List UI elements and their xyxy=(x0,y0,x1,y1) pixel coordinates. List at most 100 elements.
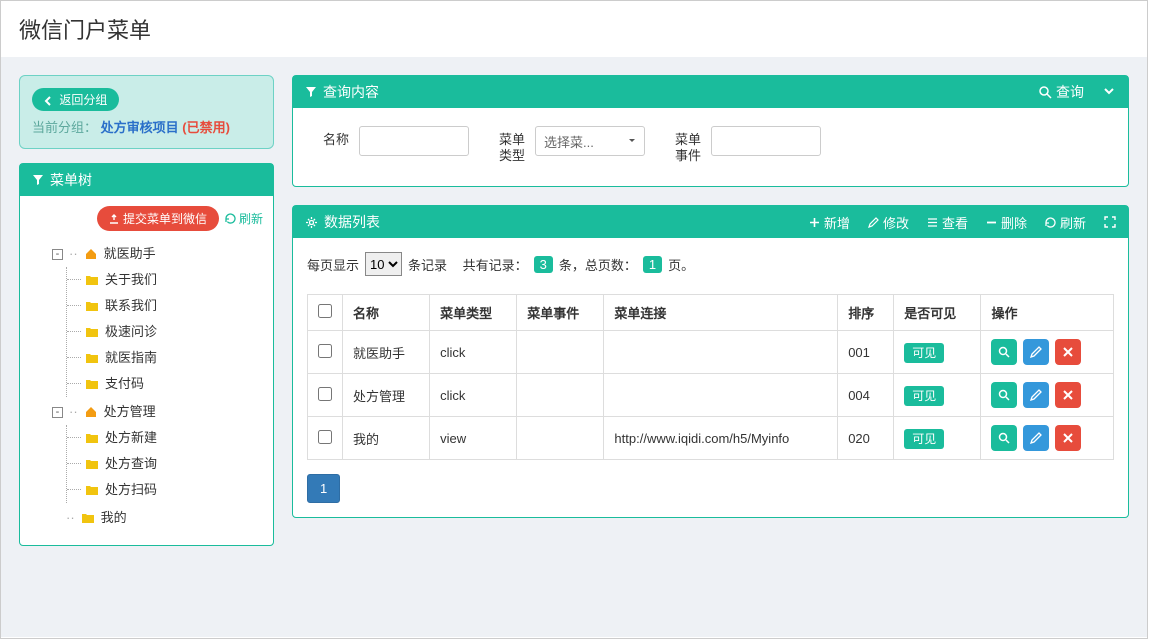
submit-label: 提交菜单到微信 xyxy=(123,210,207,227)
view-button[interactable]: 查看 xyxy=(927,213,968,232)
refresh-icon xyxy=(225,213,236,224)
search-panel-title: 查询内容 xyxy=(323,82,379,102)
tree-leaf-label: 处方查询 xyxy=(105,453,157,475)
collapse-toggle[interactable] xyxy=(1102,84,1116,101)
home-icon xyxy=(84,406,98,418)
tree-leaf-label: 处方扫码 xyxy=(105,479,157,501)
tree-leaf[interactable]: 就医指南 xyxy=(85,347,261,369)
query-label: 查询 xyxy=(1056,82,1084,102)
cell-type: click xyxy=(430,374,517,417)
row-edit-button[interactable] xyxy=(1023,339,1049,365)
tree-leaf[interactable]: 处方扫码 xyxy=(85,479,261,501)
current-group-name: 处方审核项目 xyxy=(101,120,179,135)
row-delete-button[interactable] xyxy=(1055,425,1081,451)
tree-node-label: 处方管理 xyxy=(104,401,156,423)
group-disabled-flag: (已禁用) xyxy=(182,120,230,135)
table-row: 我的viewhttp://www.iqidi.com/h5/Myinfo020可… xyxy=(308,417,1114,460)
tree-refresh-button[interactable]: 刷新 xyxy=(225,206,263,231)
name-label: 名称 xyxy=(323,126,349,148)
page-count: 1 xyxy=(643,256,662,273)
page-1[interactable]: 1 xyxy=(307,474,340,503)
tree-leaf-label: 我的 xyxy=(101,507,127,529)
column-header: 名称 xyxy=(343,295,430,331)
per-page-prefix: 每页显示 xyxy=(307,255,359,274)
pencil-icon xyxy=(1030,389,1042,401)
delete-button[interactable]: 删除 xyxy=(986,213,1027,232)
close-icon xyxy=(1062,389,1074,401)
search-icon xyxy=(998,389,1010,401)
per-page-select[interactable]: 10 xyxy=(365,252,402,276)
tree-leaf[interactable]: 关于我们 xyxy=(85,269,261,291)
upload-icon xyxy=(109,214,119,224)
fullscreen-button[interactable] xyxy=(1104,216,1116,228)
group-info-box: 返回分组 当前分组： 处方审核项目 (已禁用) xyxy=(19,75,274,149)
tree-leaf-label: 极速问诊 xyxy=(105,321,157,343)
tree-leaf[interactable]: 极速问诊 xyxy=(85,321,261,343)
data-table: 名称菜单类型菜单事件菜单连接排序是否可见操作 就医助手click001可见处方管… xyxy=(307,294,1114,460)
row-view-button[interactable] xyxy=(991,425,1017,451)
folder-icon xyxy=(85,352,99,364)
folder-icon xyxy=(85,484,99,496)
folder-icon xyxy=(81,512,95,524)
type-placeholder: 选择菜... xyxy=(544,132,594,151)
minus-icon xyxy=(986,217,997,228)
close-icon xyxy=(1062,346,1074,358)
cell-name: 就医助手 xyxy=(343,331,430,374)
tree-leaf[interactable]: ··我的 xyxy=(52,507,261,529)
row-delete-button[interactable] xyxy=(1055,382,1081,408)
tree-node[interactable]: -··处方管理 xyxy=(52,401,261,423)
tree-leaf-label: 关于我们 xyxy=(105,269,157,291)
add-button[interactable]: 新增 xyxy=(809,213,850,232)
folder-icon xyxy=(85,274,99,286)
row-checkbox[interactable] xyxy=(318,387,332,401)
plus-icon xyxy=(809,217,820,228)
data-panel-title: 数据列表 xyxy=(324,212,380,232)
row-view-button[interactable] xyxy=(991,339,1017,365)
cell-type: click xyxy=(430,331,517,374)
gear-icon xyxy=(305,216,318,229)
query-button[interactable]: 查询 xyxy=(1039,82,1084,102)
cell-sort: 004 xyxy=(838,374,894,417)
tree-leaf[interactable]: 处方查询 xyxy=(85,453,261,475)
collapse-icon[interactable]: - xyxy=(52,249,63,260)
submit-menu-button[interactable]: 提交菜单到微信 xyxy=(97,206,219,231)
select-all-checkbox[interactable] xyxy=(318,304,332,318)
tree-leaf[interactable]: 支付码 xyxy=(85,373,261,395)
tree-leaf-label: 联系我们 xyxy=(105,295,157,317)
search-icon xyxy=(998,432,1010,444)
row-delete-button[interactable] xyxy=(1055,339,1081,365)
row-checkbox[interactable] xyxy=(318,430,332,444)
cell-event xyxy=(517,331,604,374)
tree-leaf-label: 处方新建 xyxy=(105,427,157,449)
chevron-down-icon xyxy=(1102,84,1116,98)
column-header: 是否可见 xyxy=(894,295,981,331)
row-edit-button[interactable] xyxy=(1023,425,1049,451)
table-row: 就医助手click001可见 xyxy=(308,331,1114,374)
pencil-icon xyxy=(1030,432,1042,444)
list-icon xyxy=(927,217,938,228)
per-page-suffix: 条记录 xyxy=(408,255,447,274)
refresh-icon xyxy=(1045,217,1056,228)
table-row: 处方管理click004可见 xyxy=(308,374,1114,417)
cell-name: 处方管理 xyxy=(343,374,430,417)
name-input[interactable] xyxy=(359,126,469,156)
cell-name: 我的 xyxy=(343,417,430,460)
collapse-icon[interactable]: - xyxy=(52,407,63,418)
tree-leaf[interactable]: 处方新建 xyxy=(85,427,261,449)
type-select[interactable]: 选择菜... xyxy=(535,126,645,156)
row-checkbox[interactable] xyxy=(318,344,332,358)
edit-button[interactable]: 修改 xyxy=(868,213,909,232)
event-input[interactable] xyxy=(711,126,821,156)
row-edit-button[interactable] xyxy=(1023,382,1049,408)
tree-panel: 菜单树 提交菜单到微信 刷新 -··就医助 xyxy=(19,163,274,546)
tree-node[interactable]: -··就医助手 xyxy=(52,243,261,265)
tree-panel-title: 菜单树 xyxy=(50,170,92,190)
folder-icon xyxy=(85,458,99,470)
tree-node-label: 就医助手 xyxy=(104,243,156,265)
data-refresh-button[interactable]: 刷新 xyxy=(1045,213,1086,232)
back-to-group-button[interactable]: 返回分组 xyxy=(32,88,119,111)
tree-leaf[interactable]: 联系我们 xyxy=(85,295,261,317)
menu-tree: -··就医助手关于我们联系我们极速问诊就医指南支付码 -··处方管理处方新建处方查… xyxy=(20,237,273,545)
folder-icon xyxy=(85,326,99,338)
row-view-button[interactable] xyxy=(991,382,1017,408)
